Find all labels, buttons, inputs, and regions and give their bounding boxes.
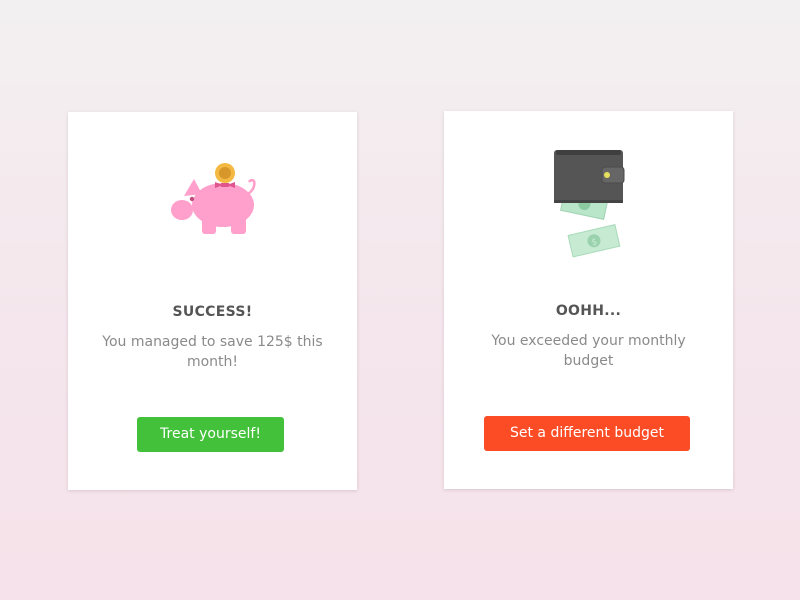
warning-card: $ OOHH... You exceeded your monthly budg…	[444, 111, 733, 489]
warning-message: You exceeded your monthly budget	[491, 333, 686, 369]
treat-yourself-button[interactable]: Treat yourself!	[137, 417, 284, 452]
set-budget-button[interactable]: Set a different budget	[484, 416, 690, 451]
piggy-bank-icon	[171, 163, 256, 234]
wallet-money-icon: $	[554, 150, 625, 258]
success-card: SUCCESS! You managed to save 125$ this m…	[68, 112, 357, 490]
warning-title: OOHH...	[555, 303, 622, 319]
success-message: You managed to save 125$ this month!	[102, 334, 323, 370]
success-title: SUCCESS!	[172, 304, 253, 320]
